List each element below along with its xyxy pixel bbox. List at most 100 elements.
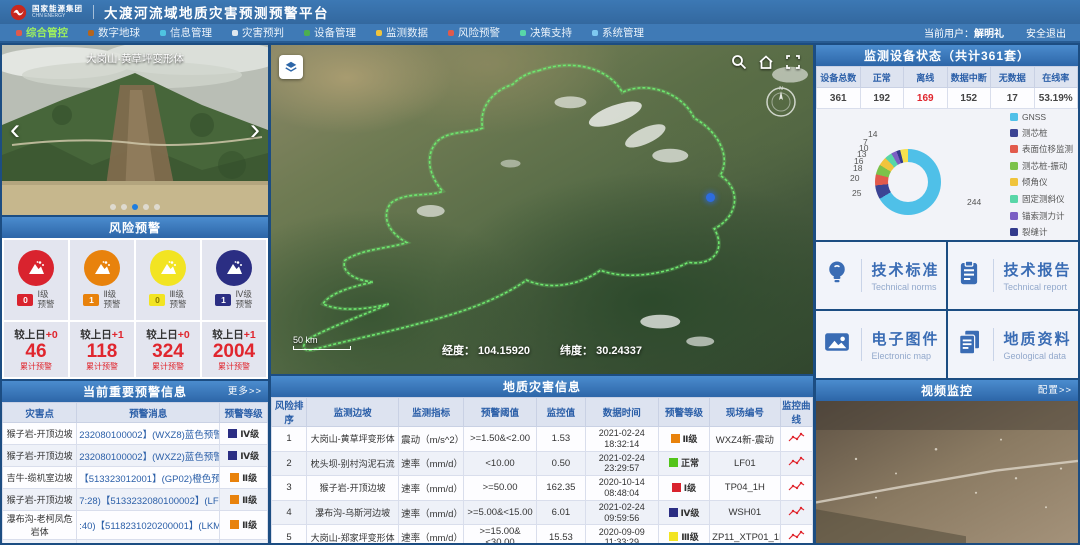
monitor-curve-icon[interactable] [788, 533, 805, 543]
legend-item-测芯桩-振动[interactable]: 测芯桩-振动 [1010, 160, 1073, 172]
legend-item-裂缝计[interactable]: 裂缝计 [1010, 226, 1073, 238]
risk-badge-row: 1Ⅳ级预警 [215, 290, 252, 310]
current-user: 当前用户：解明礼 [924, 25, 1004, 40]
nav-items: 综合管控 数字地球信息管理 灾害预判设备管理监测数据 风险预警决策支持系统管理 [6, 24, 654, 41]
carousel-next-button[interactable]: › [246, 111, 264, 149]
hazard-site-code: ZP11_XTP01_1H [710, 525, 780, 543]
station-marker[interactable] [706, 193, 715, 202]
hazard-time: 2021-02-24 18:32:14 [585, 427, 658, 452]
warning-row[interactable]: 猴子岩-开顶边坡232080100002】(WXZ2)蓝色预警：...Ⅳ级 [3, 445, 268, 467]
hazard-row[interactable]: 3猴子岩-开顶边坡速率（mm/d）>=50.00162.352020-10-14… [272, 476, 813, 501]
search-icon[interactable] [731, 54, 747, 70]
carousel-dot-0[interactable] [110, 204, 116, 210]
hazard-time: 2020-09-09 11:33:29 [585, 525, 658, 543]
globe-icon [88, 30, 94, 36]
legend-color-square [1010, 195, 1018, 203]
nav-item-系统管理[interactable]: 系统管理 [582, 24, 654, 41]
card-text: 技术标准Technical norms [861, 259, 939, 292]
device-status-panel: 监测设备状态（共计361套） 设备总数正常离线数据中断无数据在线率 361192… [816, 45, 1078, 240]
card-title: 电子图件 [871, 328, 939, 349]
nav-item-信息管理[interactable]: 信息管理 [150, 24, 222, 41]
hazard-site-code: WSH01 [710, 500, 780, 525]
hazard-slope: 猴子岩-开顶边坡 [307, 476, 399, 501]
nav-item-灾害预判[interactable]: 灾害预判 [222, 24, 294, 41]
risk-total-count: 2004 [213, 342, 255, 362]
risk-total-count: 324 [152, 342, 184, 362]
legend-item-锚索测力计[interactable]: 锚索测力计 [1010, 210, 1073, 222]
legend-label: 倾角仪 [1022, 176, 1048, 188]
risk-level-3-stats[interactable]: 较上日+0324累计预警 [136, 322, 200, 377]
nav-item-label: 数字地球 [98, 25, 140, 40]
card-电子图件[interactable]: 电子图件Electronic map [816, 311, 946, 378]
legend-item-倾角仪[interactable]: 倾角仪 [1010, 176, 1073, 188]
warning-row[interactable]: 吉牛-缆机室边坡【513323012001】(GP02)橙色预警...Ⅱ级 [3, 467, 268, 489]
hazard-slope: 瀑布沟-乌斯河边坡 [307, 500, 399, 525]
fullscreen-icon[interactable] [785, 54, 801, 70]
hazard-level: 正常 [658, 451, 709, 476]
risk-level-4-stats[interactable]: 较上日+12004累计预警 [202, 322, 266, 377]
nav-item-决策支持[interactable]: 决策支持 [510, 24, 582, 41]
monitor-curve-icon[interactable] [788, 509, 805, 520]
warning-row[interactable]: 大岗山-郑家坪变形体-09 11:33:29)【513322105010000.… [3, 540, 268, 544]
nav-item-label: 综合管控 [26, 25, 68, 40]
map-view[interactable]: N 50 km 经度： 104.15920 纬度： 30.24337 [271, 45, 813, 374]
nav-item-设备管理[interactable]: 设备管理 [294, 24, 366, 41]
monitor-curve-icon[interactable] [788, 435, 805, 446]
left-column: 大岗山·黄草坪变形体 ‹ › 风险预警 0Ⅰ级预警1Ⅱ级预警0Ⅲ级预警1Ⅳ级预警… [2, 45, 268, 543]
legend-item-表面位移监测[interactable]: 表面位移监测 [1010, 143, 1073, 155]
donut-value-label: 14 [868, 129, 877, 139]
column-header: 预警阈值 [464, 398, 537, 427]
monitor-curve-icon[interactable] [788, 459, 805, 470]
warning-row[interactable]: 猴子岩-开顶边坡232080100002】(WXZ8)蓝色预警：...Ⅳ级 [3, 423, 268, 445]
nav-item-监测数据[interactable]: 监测数据 [366, 24, 438, 41]
nav-item-数字地球[interactable]: 数字地球 [78, 24, 150, 41]
hazard-level: Ⅰ级 [658, 476, 709, 501]
level-badge: Ⅱ级 [230, 471, 257, 484]
legend-item-GNSS[interactable]: GNSS [1010, 112, 1073, 122]
carousel-dot-2[interactable] [132, 204, 138, 210]
warning-row[interactable]: 猴子岩-开顶边坡7:28)【5133232080100002】(LF02...Ⅱ… [3, 489, 268, 511]
card-地质资料[interactable]: 地质资料Geological data [948, 311, 1078, 378]
logout-button[interactable]: 安全退出 [1026, 25, 1066, 40]
carousel-prev-button[interactable]: ‹ [6, 111, 24, 149]
documents-icon [954, 327, 984, 362]
risk-level-1-stats[interactable]: 较上日+046累计预警 [4, 322, 68, 377]
legend-label: 表面位移监测 [1022, 143, 1073, 155]
risk-level-3-card[interactable]: 0Ⅲ级预警 [136, 240, 200, 320]
card-技术报告[interactable]: 技术报告Technical report [948, 242, 1078, 309]
nav-item-风险预警[interactable]: 风险预警 [438, 24, 510, 41]
donut-chart[interactable] [875, 149, 941, 215]
risk-level-1-card[interactable]: 0Ⅰ级预警 [4, 240, 68, 320]
video-config-link[interactable]: 配置>> [1038, 380, 1072, 401]
risk-count-badge: 0 [149, 294, 165, 306]
hazard-row[interactable]: 4瀑布沟-乌斯河边坡速率（mm/d）>=5.00&<15.006.012021-… [272, 500, 813, 525]
nav-item-综合管控[interactable]: 综合管控 [6, 24, 78, 41]
card-技术标准[interactable]: 技术标准Technical norms [816, 242, 946, 309]
legend-item-测芯桩[interactable]: 测芯桩 [1010, 127, 1073, 139]
forecast-icon [232, 30, 238, 36]
home-icon[interactable] [758, 54, 774, 70]
hazard-row[interactable]: 1大岗山-黄草坪变形体震动（m/s^2）>=1.50&<2.001.532021… [272, 427, 813, 452]
carousel-dot-4[interactable] [154, 204, 160, 210]
company-logo[interactable]: 国家能源集团 CHN ENERGY [10, 4, 83, 21]
legend-color-square [1010, 113, 1018, 121]
carousel-dot-3[interactable] [143, 204, 149, 210]
level-color-square [669, 458, 678, 467]
risk-count-badge: 1 [83, 294, 99, 306]
layers-button[interactable] [279, 55, 303, 79]
warning-row[interactable]: 瀑布沟-老柯凤危岩体:40)【5118231020200001】(LKM0...… [3, 511, 268, 540]
important-warnings-panel: 当前重要预警信息 更多>> 灾害点预警消息预警等级 猴子岩-开顶边坡232080… [2, 381, 268, 543]
hazard-row[interactable]: 2枕头坝-别村沟泥石流速率（mm/d）<10.000.502021-02-24 … [272, 451, 813, 476]
legend-item-固定测斜仪[interactable]: 固定测斜仪 [1010, 193, 1073, 205]
risk-level-2-card[interactable]: 1Ⅱ级预警 [70, 240, 134, 320]
risk-level-2-stats[interactable]: 较上日+1118累计预警 [70, 322, 134, 377]
card-text: 地质资料Geological data [993, 328, 1071, 361]
more-link[interactable]: 更多>> [228, 381, 262, 402]
device-type-chart: 244252018161310714 GNSS测芯桩表面位移监测测芯桩-振动倾角… [816, 109, 1078, 240]
monitor-curve-icon[interactable] [788, 484, 805, 495]
nav-item-label: 风险预警 [458, 25, 500, 40]
carousel-dot-1[interactable] [121, 204, 127, 210]
nav-item-label: 灾害预判 [242, 25, 284, 40]
hazard-row[interactable]: 5大岗山-郑家坪变形体速率（mm/d）>=15.00&<30.0015.5320… [272, 525, 813, 543]
risk-level-4-card[interactable]: 1Ⅳ级预警 [202, 240, 266, 320]
